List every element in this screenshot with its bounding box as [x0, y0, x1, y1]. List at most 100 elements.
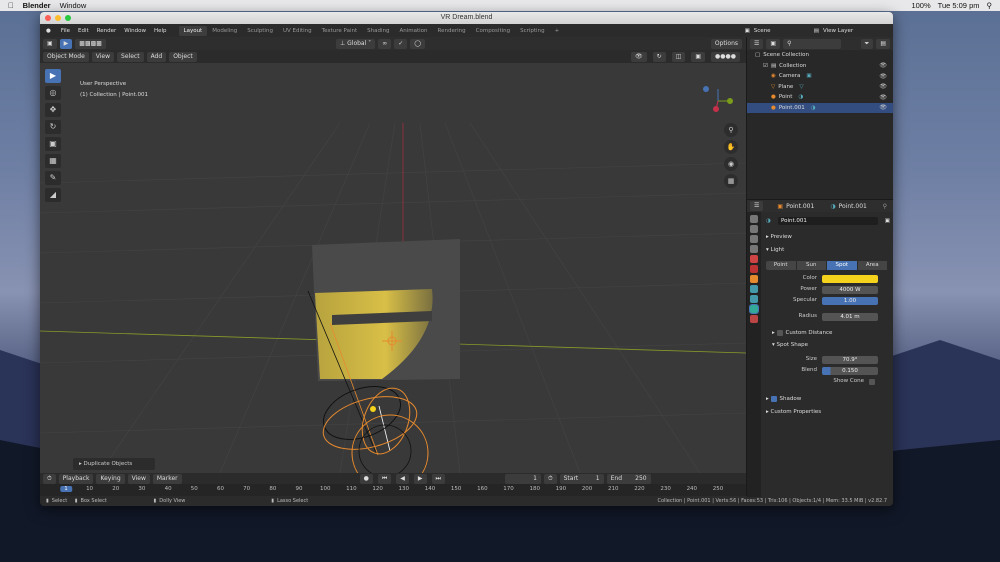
select-tool-icon[interactable]: ▶ [45, 69, 61, 83]
jump-start-icon[interactable]: ⏮ [377, 473, 392, 484]
timeline-marker-menu[interactable]: Marker [152, 473, 182, 484]
filter-icon[interactable]: ⏷ [860, 38, 874, 49]
data-name-field[interactable]: Point.001 [778, 217, 878, 225]
light-data-icon[interactable]: ◑ [798, 94, 803, 100]
tab-layout[interactable]: Layout [178, 25, 208, 36]
menu-render[interactable]: Render [93, 28, 121, 34]
battery-percent[interactable]: 100% [911, 1, 930, 10]
minimize-button[interactable] [55, 15, 61, 21]
annotate-tool-icon[interactable]: ✎ [45, 171, 61, 185]
clock[interactable]: Tue 5:09 pm [938, 1, 980, 10]
eye-icon[interactable]: 👁 [879, 83, 887, 90]
outliner-scene-collection[interactable]: ▢ Scene Collection [747, 50, 893, 61]
start-frame-field[interactable]: Start 1 [559, 473, 604, 484]
outliner-item-camera[interactable]: ◉ Camera ▣ 👁 [747, 71, 893, 82]
grid-view-icon[interactable]: ▦ [724, 174, 738, 188]
scene-selector[interactable]: Scene [754, 28, 814, 34]
pivot-icon[interactable]: ∞ [378, 38, 392, 49]
tab-sculpting[interactable]: Sculpting [242, 26, 278, 36]
tab-rendering[interactable]: Rendering [433, 26, 471, 36]
physics-tab-icon[interactable] [750, 285, 758, 293]
view-layer-icon[interactable]: ▤ [814, 28, 823, 34]
zoom-icon[interactable]: ⚲ [724, 123, 738, 137]
scale-tool-icon[interactable]: ▣ [45, 137, 61, 151]
redo-panel[interactable]: ▸ Duplicate Objects [73, 458, 155, 470]
object-tab-icon[interactable] [750, 275, 758, 283]
shading-icon[interactable]: ●●●● [711, 51, 740, 62]
rotate-tool-icon[interactable]: ↻ [45, 120, 61, 134]
texture-tab-icon[interactable] [750, 315, 758, 323]
collection-checkbox-icon[interactable]: ☑ [763, 63, 768, 69]
snap-icon[interactable]: ✓ [394, 38, 408, 49]
eye-icon[interactable]: 👁 [879, 104, 887, 111]
measure-tool-icon[interactable]: ◢ [45, 188, 61, 202]
gizmo-icon[interactable]: ↻ [652, 51, 666, 62]
header-object-menu[interactable]: Object [169, 51, 197, 62]
selection-modes-icon[interactable]: ▩▩▩▩ [75, 38, 106, 49]
outliner-item-point[interactable]: ● Point ◑ 👁 [747, 92, 893, 103]
light-color-swatch[interactable] [822, 275, 878, 283]
light-type-spot[interactable]: Spot [827, 261, 858, 270]
custom-properties-header[interactable]: ▸ Custom Properties [762, 407, 893, 417]
shadow-checkbox[interactable] [770, 396, 777, 402]
power-field[interactable]: 4000 W [822, 286, 878, 294]
eye-icon[interactable]: 👁 [879, 94, 887, 101]
spotlight-icon[interactable]: ⚲ [987, 1, 993, 10]
cursor-tool-icon[interactable]: ◎ [45, 86, 61, 100]
custom-distance-checkbox[interactable] [776, 330, 783, 336]
tab-modeling[interactable]: Modeling [207, 26, 242, 36]
record-icon[interactable]: ● [359, 473, 373, 484]
tab-compositing[interactable]: Compositing [471, 26, 515, 36]
light-type-point[interactable]: Point [766, 261, 797, 270]
header-select-menu[interactable]: Select [117, 51, 144, 62]
new-collection-icon[interactable]: ▤ [876, 38, 890, 49]
proportional-icon[interactable]: ◯ [410, 38, 425, 49]
blender-logo-icon[interactable]: ● [40, 28, 57, 34]
light-type-sun[interactable]: Sun [797, 261, 827, 270]
outliner-editor-icon[interactable]: ☰ [750, 38, 764, 49]
outliner-collection[interactable]: ☑ ▤ Collection 👁 [747, 61, 893, 72]
close-button[interactable] [45, 15, 51, 21]
jump-end-icon[interactable]: ⏭ [431, 473, 445, 484]
preview-range-icon[interactable]: ⏱ [543, 473, 557, 484]
mac-window-menu[interactable]: Window [60, 1, 87, 10]
mode-dropdown[interactable]: Object Mode [43, 51, 89, 62]
properties-editor-icon[interactable]: ☰ [750, 201, 764, 211]
display-mode-icon[interactable]: ▣ [766, 38, 781, 49]
specular-field[interactable]: 1.00 [822, 297, 878, 305]
current-frame-field[interactable]: 1 [504, 473, 541, 484]
timeline-keying-menu[interactable]: Keying [96, 473, 125, 484]
menu-window[interactable]: Window [120, 28, 150, 34]
move-tool-icon[interactable]: ✥ [45, 103, 61, 117]
frame-ruler[interactable]: 1 10 20 30 40 50 60 70 80 90 100 110 120 130 140 150 160… [40, 484, 746, 496]
scene-icon[interactable]: ▣ [745, 28, 754, 34]
transform-tool-icon[interactable]: ▦ [45, 154, 61, 168]
view-layer-tab-icon[interactable] [750, 245, 758, 253]
play-icon[interactable]: ▶ [413, 473, 427, 484]
shadow-panel-header[interactable]: ▸ Shadow [762, 394, 893, 404]
light-type-area[interactable]: Area [858, 261, 888, 270]
custom-distance-header[interactable]: ▸ Custom Distance [762, 328, 893, 338]
constraints-tab-icon[interactable] [750, 295, 758, 303]
preview-panel-header[interactable]: ▸ Preview [762, 232, 893, 242]
camera-data-icon[interactable]: ▣ [806, 73, 811, 79]
light-panel-header[interactable]: ▾ Light [762, 245, 893, 255]
end-frame-field[interactable]: End 250 [606, 473, 651, 484]
light-data-tab-icon[interactable] [749, 304, 759, 314]
fake-user-icon[interactable]: ▣ [885, 218, 890, 224]
render-tab-icon[interactable] [750, 225, 758, 233]
timeline-view-menu[interactable]: View [127, 473, 150, 484]
blend-field[interactable]: 0.150 [822, 367, 878, 375]
menu-edit[interactable]: Edit [74, 28, 93, 34]
spot-shape-header[interactable]: ▾ Spot Shape [762, 340, 893, 350]
mesh-data-icon[interactable]: ▽ [799, 84, 803, 90]
pin-icon[interactable]: ⚲ [883, 203, 887, 210]
apple-icon[interactable]:  [8, 1, 14, 10]
output-tab-icon[interactable] [750, 235, 758, 243]
timeline-playback-menu[interactable]: Playback [58, 473, 94, 484]
outliner-item-point-001[interactable]: ● Point.001 ◑ 👁 [747, 102, 893, 113]
world-tab-icon[interactable] [750, 265, 758, 273]
visibility-icon[interactable]: 👁 [631, 51, 647, 62]
menu-file[interactable]: File [57, 28, 74, 34]
tab-uv-editing[interactable]: UV Editing [278, 26, 317, 36]
